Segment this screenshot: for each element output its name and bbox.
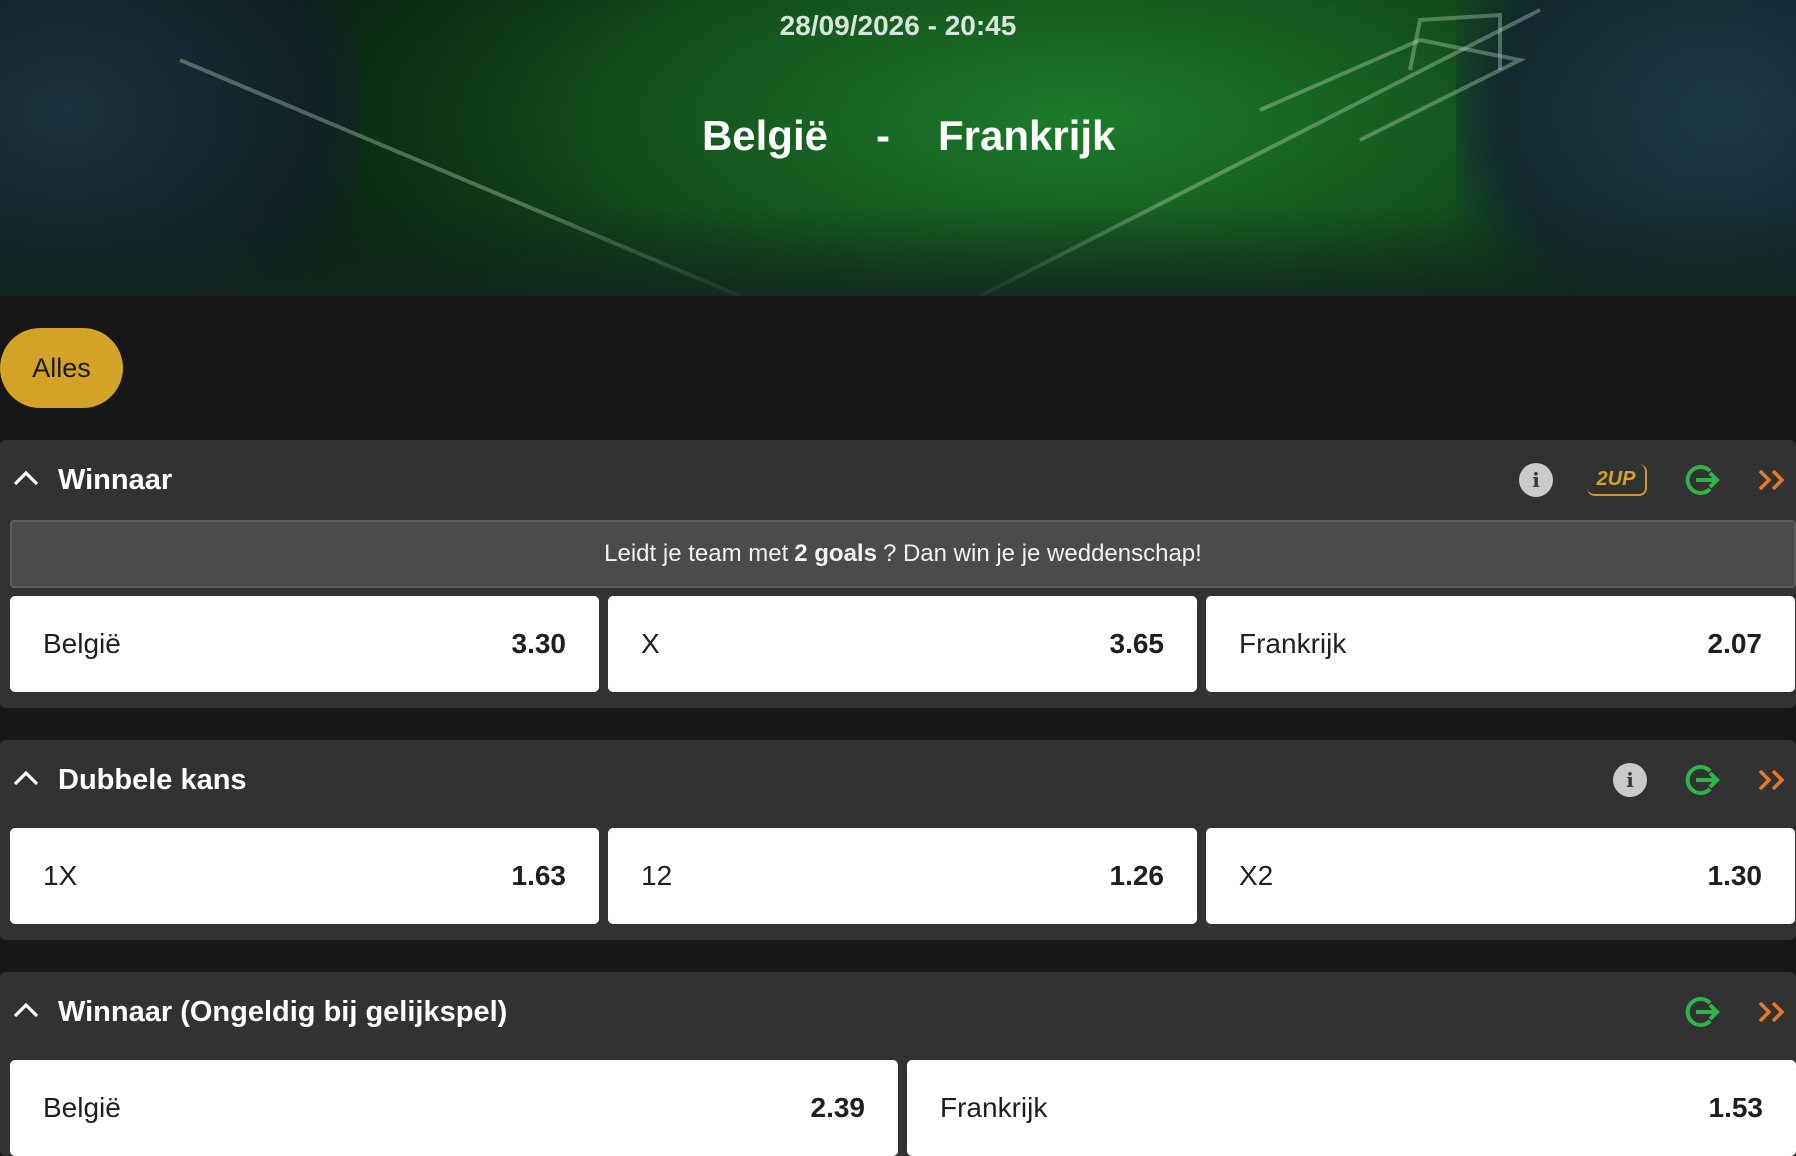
odd-button-1x[interactable]: 1X 1.63 <box>10 828 599 924</box>
odd-button-home[interactable]: België 2.39 <box>10 1060 898 1156</box>
odds-row: 1X 1.63 12 1.26 X2 1.30 <box>10 828 1795 924</box>
odd-button-draw[interactable]: X 3.65 <box>608 596 1197 692</box>
share-icon[interactable] <box>1683 462 1721 498</box>
market-title: Winnaar (Ongeldig bij gelijkspel) <box>58 995 508 1028</box>
home-team-name: België <box>701 112 828 159</box>
odd-label: Frankrijk <box>940 1092 1048 1123</box>
chevron-up-icon[interactable] <box>12 768 40 788</box>
odd-button-12[interactable]: 12 1.26 <box>608 828 1197 924</box>
odds-row: België 2.39 Frankrijk 1.53 <box>10 1060 1796 1156</box>
chevron-up-icon[interactable] <box>12 468 40 488</box>
match-teams: België - Frankrijk <box>0 112 1796 160</box>
market-header[interactable]: Dubbele kans i <box>0 740 1796 820</box>
filter-all-button[interactable]: Alles <box>0 328 123 408</box>
promo-text-before: Leidt je team met <box>604 540 789 567</box>
odd-value: 1.26 <box>1109 860 1165 891</box>
odd-label: Frankrijk <box>1239 628 1347 659</box>
double-chevron-icon[interactable] <box>1753 994 1791 1030</box>
promo-text-after: ? Dan win je je weddenschap! <box>882 540 1202 567</box>
odd-button-home[interactable]: België 3.30 <box>10 596 599 692</box>
odd-label: 12 <box>641 860 673 891</box>
odd-value: 3.30 <box>511 628 567 659</box>
chevron-up-icon[interactable] <box>12 1000 40 1020</box>
double-chevron-icon[interactable] <box>1753 762 1791 798</box>
double-chevron-icon[interactable] <box>1753 462 1791 498</box>
market-title: Dubbele kans <box>58 763 247 796</box>
share-icon[interactable] <box>1683 762 1721 798</box>
odd-value: 2.39 <box>810 1092 866 1123</box>
odd-value: 1.63 <box>511 860 567 891</box>
match-hero: 28/09/2026 - 20:45 België - Frankrijk <box>0 0 1796 296</box>
odd-label: 1X <box>43 860 78 891</box>
odd-value: 2.07 <box>1707 628 1763 659</box>
2up-promo-banner: Leidt je team met 2 goals ? Dan win je j… <box>10 520 1796 588</box>
market-draw-no-bet: Winnaar (Ongeldig bij gelijkspel) België… <box>0 972 1796 1156</box>
match-datetime: 28/09/2026 - 20:45 <box>779 10 1017 41</box>
hero-fade <box>0 206 1796 296</box>
info-icon[interactable]: i <box>1611 762 1649 798</box>
odd-button-x2[interactable]: X2 1.30 <box>1206 828 1795 924</box>
odd-value: 1.53 <box>1708 1092 1764 1123</box>
market-header[interactable]: Winnaar i 2UP <box>0 440 1796 520</box>
info-icon[interactable]: i <box>1517 462 1555 498</box>
market-dubbele-kans: Dubbele kans i 1X 1.63 12 1.26 X2 1.30 <box>0 740 1796 940</box>
2up-badge-icon[interactable]: 2UP <box>1586 462 1648 498</box>
market-title: Winnaar <box>58 463 173 496</box>
team-separator: - <box>876 112 890 159</box>
odd-label: België <box>43 1092 121 1123</box>
away-team-name: Frankrijk <box>938 112 1116 159</box>
share-icon[interactable] <box>1683 994 1721 1030</box>
odd-label: België <box>43 628 121 659</box>
promo-text-bold: 2 goals <box>794 540 877 567</box>
odds-row: België 3.30 X 3.65 Frankrijk 2.07 <box>10 596 1795 692</box>
odd-button-away[interactable]: Frankrijk 1.53 <box>907 1060 1796 1156</box>
odd-label: X2 <box>1239 860 1274 891</box>
market-winnaar: Winnaar i 2UP Leidt je team met 2 goals … <box>0 440 1796 708</box>
market-header[interactable]: Winnaar (Ongeldig bij gelijkspel) <box>0 972 1796 1052</box>
odd-value: 1.30 <box>1707 860 1763 891</box>
odd-button-away[interactable]: Frankrijk 2.07 <box>1206 596 1795 692</box>
odd-value: 3.65 <box>1109 628 1165 659</box>
odd-label: X <box>641 628 660 659</box>
